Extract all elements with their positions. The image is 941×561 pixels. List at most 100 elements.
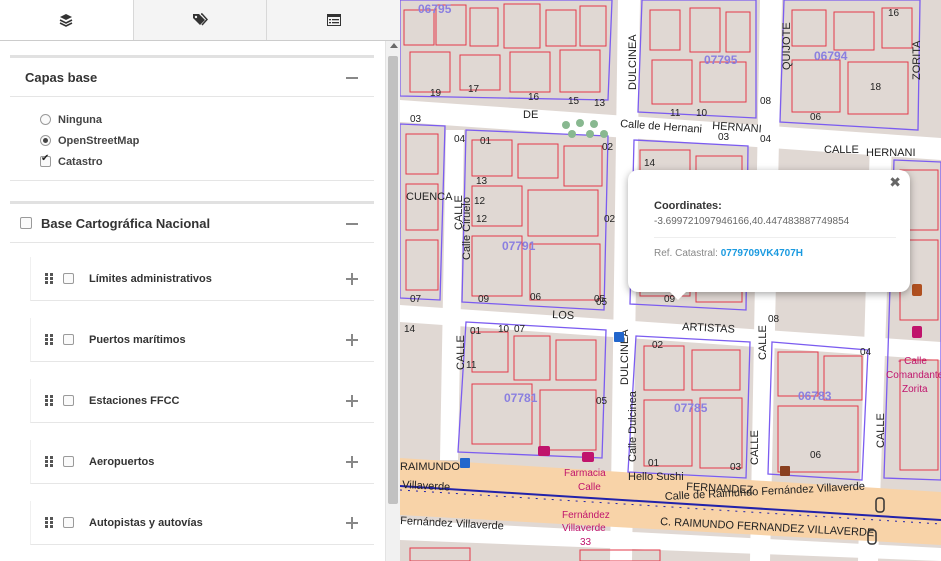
svg-text:07: 07	[410, 294, 422, 305]
tab-layers[interactable]	[0, 0, 134, 40]
collapse-icon[interactable]	[346, 77, 358, 79]
poi-label: 33	[580, 537, 592, 548]
popup-tip	[668, 290, 688, 300]
ref-label: Ref. Catastral:	[654, 248, 718, 259]
poi-label: Hello Sushi	[628, 471, 684, 483]
street-label: CALLE	[824, 144, 859, 156]
popup-cadastral-ref: Ref. Catastral: 0779709VK4707H	[654, 248, 896, 259]
layers-panel: Capas base Ninguna OpenStreetMap Catastr…	[0, 41, 385, 561]
svg-text:07: 07	[514, 324, 526, 335]
layer-checkbox[interactable]	[63, 273, 74, 284]
svg-text:03: 03	[730, 462, 742, 473]
sidebar-tabs	[0, 0, 400, 41]
checkbox-national[interactable]	[20, 217, 32, 229]
svg-text:19: 19	[430, 88, 442, 99]
layer-aeropuertos: Aeropuertos	[30, 440, 374, 484]
poi-label: Comandante	[886, 370, 941, 381]
svg-text:04: 04	[760, 134, 772, 145]
poi-label: - Calle	[898, 356, 927, 367]
street-label: DULCINEA	[627, 34, 639, 90]
tab-list[interactable]	[267, 0, 400, 40]
expand-icon[interactable]	[346, 395, 358, 407]
street-label: DE	[523, 109, 538, 121]
svg-text:15: 15	[568, 96, 580, 107]
svg-text:01: 01	[480, 136, 492, 147]
svg-text:14: 14	[404, 324, 416, 335]
drag-handle-icon[interactable]	[45, 456, 53, 467]
checkbox-catastro[interactable]	[40, 153, 51, 167]
drag-handle-icon[interactable]	[45, 395, 53, 406]
street-label: ZORITA	[911, 40, 923, 80]
expand-icon[interactable]	[346, 334, 358, 346]
base-option-osm[interactable]: OpenStreetMap	[10, 130, 374, 151]
layer-checkbox[interactable]	[63, 334, 74, 345]
svg-text:05: 05	[594, 294, 606, 305]
collapse-icon[interactable]	[346, 223, 358, 225]
national-header[interactable]: Base Cartográfica Nacional	[10, 201, 374, 243]
svg-text:04: 04	[454, 134, 466, 145]
street-label: Villaverde	[402, 479, 451, 494]
svg-text:04: 04	[860, 347, 872, 358]
street-label: CALLE	[749, 430, 761, 465]
svg-text:01: 01	[648, 458, 660, 469]
base-layers-header[interactable]: Capas base	[10, 55, 374, 97]
street-label: Calle Dulcinea	[627, 390, 639, 462]
block-id: 06783	[798, 389, 832, 403]
layer-limites: Límites administrativos	[30, 257, 374, 301]
radio-openstreetmap[interactable]	[40, 135, 51, 146]
street-label: LOS	[552, 309, 575, 322]
svg-text:12: 12	[476, 214, 488, 225]
expand-icon[interactable]	[346, 273, 358, 285]
ref-catastral-link[interactable]: 0779709VK4707H	[721, 248, 803, 259]
option-label: OpenStreetMap	[58, 134, 140, 147]
svg-text:16: 16	[888, 8, 900, 19]
svg-text:02: 02	[602, 142, 614, 153]
drag-handle-icon[interactable]	[45, 273, 53, 284]
drag-handle-icon[interactable]	[45, 517, 53, 528]
base-option-ninguna[interactable]: Ninguna	[10, 109, 374, 130]
drag-handle-icon[interactable]	[45, 334, 53, 345]
block-id: 06794	[814, 49, 848, 63]
svg-text:13: 13	[594, 98, 606, 109]
scroll-up-arrow-icon[interactable]	[390, 43, 398, 48]
svg-text:11: 11	[466, 360, 477, 371]
sidebar-scrollbar[interactable]	[385, 41, 400, 561]
block-id: 06795	[418, 2, 452, 16]
sidebar: Capas base Ninguna OpenStreetMap Catastr…	[0, 0, 400, 561]
svg-text:11: 11	[670, 108, 681, 119]
svg-text:08: 08	[768, 314, 780, 325]
svg-text:01: 01	[470, 326, 482, 337]
poi-label: Fernández	[562, 510, 610, 521]
layer-checkbox[interactable]	[63, 456, 74, 467]
street-label: HERNANI	[866, 147, 916, 159]
block-id: 07795	[704, 53, 738, 67]
tags-icon	[193, 13, 208, 26]
tab-tags[interactable]	[134, 0, 268, 40]
feature-popup: ✖ Coordinates: -3.699721097946166,40.447…	[628, 170, 910, 292]
scroll-thumb[interactable]	[388, 56, 398, 504]
svg-text:12: 12	[474, 196, 486, 207]
layer-estaciones: Estaciones FFCC	[30, 379, 374, 423]
svg-text:06: 06	[810, 112, 822, 123]
layer-checkbox[interactable]	[63, 395, 74, 406]
svg-text:03: 03	[718, 132, 730, 143]
base-layers-section: Capas base Ninguna OpenStreetMap Catastr…	[10, 55, 374, 181]
expand-icon[interactable]	[346, 517, 358, 529]
layer-label: Estaciones FFCC	[89, 394, 180, 407]
list-icon	[326, 14, 341, 26]
svg-text:10: 10	[498, 324, 510, 335]
svg-text:02: 02	[604, 214, 616, 225]
radio-ninguna[interactable]	[40, 114, 51, 125]
layers-icon	[59, 14, 73, 27]
national-section: Base Cartográfica Nacional	[10, 201, 374, 243]
close-icon[interactable]: ✖	[889, 174, 901, 191]
layer-label: Puertos marítimos	[89, 333, 186, 346]
layer-checkbox[interactable]	[63, 517, 74, 528]
option-label: Catastro	[58, 155, 103, 168]
layer-label: Aeropuertos	[89, 455, 155, 468]
svg-text:06: 06	[530, 292, 542, 303]
base-option-catastro[interactable]: Catastro	[10, 151, 374, 172]
block-id: 07781	[504, 391, 538, 405]
expand-icon[interactable]	[346, 456, 358, 468]
street-label: RAIMUNDO	[400, 461, 460, 473]
